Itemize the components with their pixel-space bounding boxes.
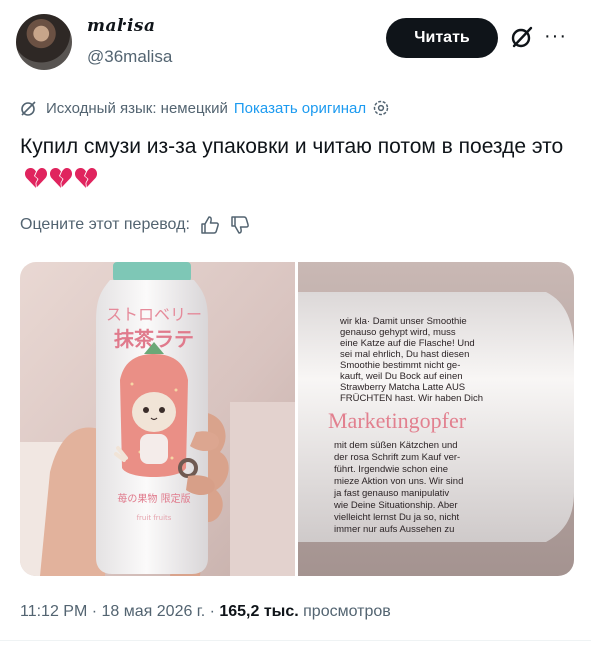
label-text-line: Smoothie bestimmt nicht ge- — [340, 360, 460, 371]
avatar[interactable] — [16, 14, 72, 70]
rate-translation-label: Оцените этот перевод: — [20, 216, 190, 233]
label-text-line: mit dem süßen Kätzchen und — [334, 440, 458, 451]
follow-button[interactable]: Читать — [386, 18, 498, 58]
author-handle[interactable]: @36malisa — [87, 47, 172, 67]
bottle-front-image: ストロベリー 抹茶ラテ 苺の果物 限定版 fruit fruits — [20, 262, 295, 576]
broken-heart-icon — [74, 168, 98, 189]
label-headline: Marketingopfer — [328, 408, 467, 433]
label-text-line: mieze Aktion von uns. Wir sind — [334, 476, 463, 487]
show-original-link[interactable]: Показать оригинал — [234, 100, 366, 117]
broken-heart-icon — [24, 168, 48, 189]
author-display-name[interactable]: maŀisa — [87, 16, 156, 36]
label-text-line: eine Katze auf die Flasche! Und — [340, 338, 475, 349]
label-text-line: Strawberry Matcha Latte AUS — [340, 382, 465, 393]
thumbs-down-icon[interactable] — [230, 215, 250, 235]
photo-bottle-label[interactable]: wir kla· Damit unser Smoothie genauso ge… — [298, 262, 574, 576]
broken-heart-emojis — [24, 167, 98, 189]
more-options-icon[interactable]: ··· — [544, 26, 567, 46]
label-text-line: sei mal ehrlich, Du hast diesen — [340, 349, 469, 360]
tweet-text: Купил смузи из-за упаковки и читаю потом… — [20, 131, 570, 193]
divider — [0, 640, 591, 641]
tweet-body: Купил смузи из-за упаковки и читаю потом… — [20, 135, 564, 158]
tweet-meta: 11:12 PM · 18 мая 2026 г. · 165,2 тыс. п… — [20, 603, 391, 621]
views-count: 165,2 тыс. — [219, 603, 299, 620]
label-text-line: ja fast genauso manipulativ — [333, 488, 449, 499]
label-text-line: immer nur aufs Aussehen zu — [334, 524, 454, 535]
label-text-line: vielleicht lernst Du ja so, nicht — [334, 512, 459, 523]
label-text-line: kauft, weil Du Bock auf einen — [340, 371, 463, 382]
label-text-line: genauso gehypt wird, muss — [340, 327, 456, 338]
translation-bar: Исходный язык: немецкий Показать оригина… — [20, 97, 398, 119]
bottle-title-line1: ストロベリー — [106, 305, 202, 324]
label-text-line: wir kla· Damit unser Smoothie — [339, 316, 467, 327]
rate-translation: Оцените этот перевод: — [20, 213, 250, 237]
label-text-line: führt. Irgendwie schon eine — [334, 464, 448, 475]
broken-heart-icon — [49, 168, 73, 189]
bottle-small-jp: 苺の果物 限定版 — [117, 492, 190, 505]
label-text-line: der rosa Schrift zum Kauf ver- — [334, 452, 460, 463]
bottle-label-image: wir kla· Damit unser Smoothie genauso ge… — [298, 262, 574, 576]
tweet-header: maŀisa @36malisa Читать ··· — [0, 0, 591, 80]
source-language-label: Исходный язык: немецкий — [46, 99, 228, 117]
label-text-line: FRÜCHTEN hast. Wir haben Dich — [340, 393, 483, 404]
gear-icon[interactable] — [372, 99, 390, 117]
tweet-timestamp[interactable]: 11:12 PM · 18 мая 2026 г. · — [20, 603, 219, 620]
thumbs-up-icon[interactable] — [200, 215, 220, 235]
bottle-small-text: fruit fruits — [137, 514, 172, 522]
grok-icon[interactable] — [509, 24, 535, 50]
views-label: просмотров — [298, 603, 391, 620]
photo-bottle-front[interactable]: ストロベリー 抹茶ラテ 苺の果物 限定版 fruit fruits — [20, 262, 295, 576]
translate-icon — [21, 101, 36, 116]
label-text-line: wie Deine Situationship. Aber — [333, 500, 458, 511]
